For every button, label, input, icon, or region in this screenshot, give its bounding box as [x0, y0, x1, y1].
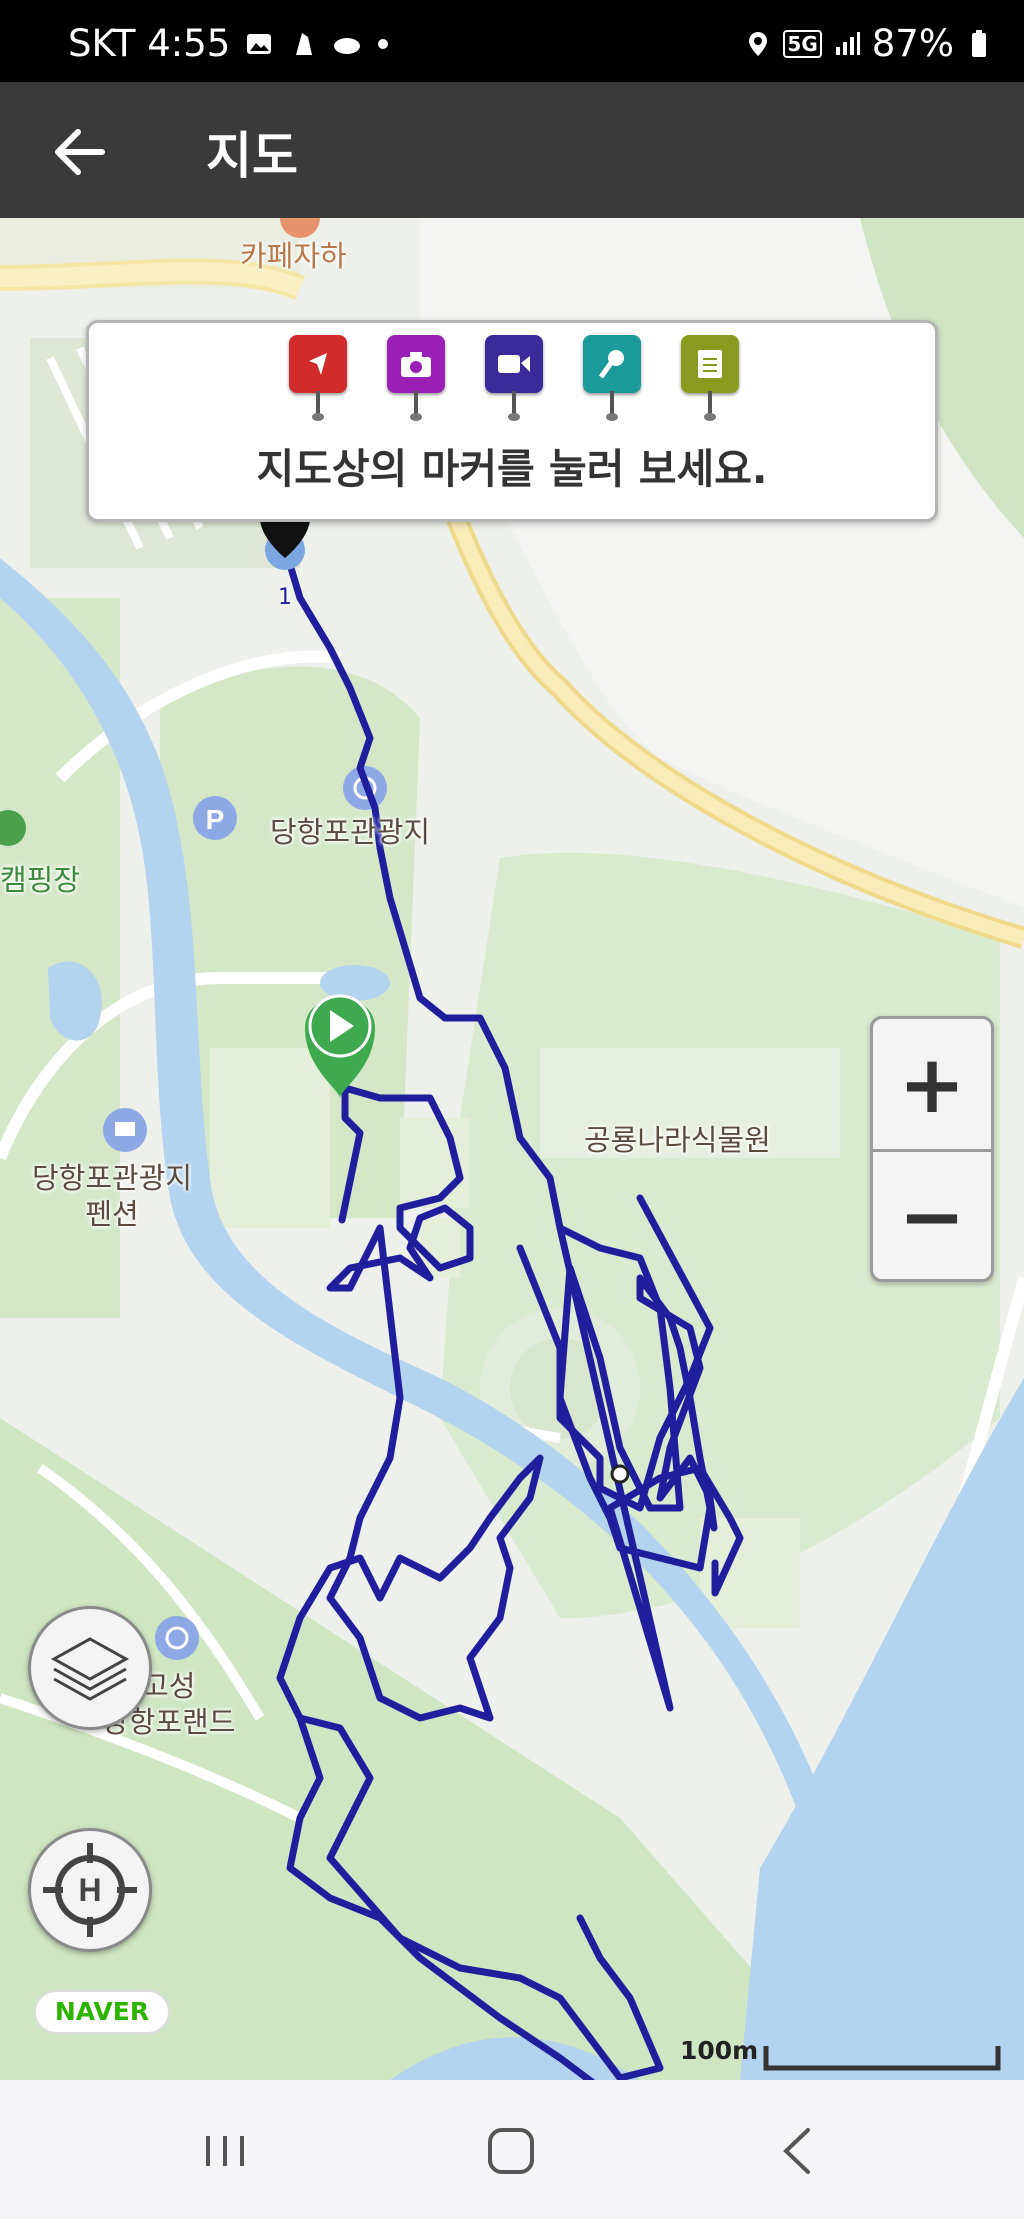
recents-icon[interactable]: [190, 2116, 260, 2186]
status-bar: SKT 4:55 5G 87%: [0, 0, 1024, 82]
status-right: 5G 87%: [743, 22, 994, 65]
start-number: 1: [278, 585, 292, 610]
start-marker-icon[interactable]: [289, 335, 347, 423]
naver-logo: NAVER: [34, 1990, 170, 2034]
back-chevron-icon[interactable]: [764, 2116, 834, 2186]
location-icon: [749, 31, 768, 56]
memo-marker-icon[interactable]: [681, 335, 739, 423]
more-notifications-dot: [378, 38, 389, 49]
scale-line: [763, 2046, 1001, 2071]
page-title: 지도: [206, 127, 298, 185]
zoom-in-button[interactable]: +: [873, 1019, 991, 1149]
carrier-time: SKT 4:55: [68, 22, 231, 65]
map-label-garden[interactable]: 공룡나라식물원: [584, 1122, 771, 1158]
layers-button[interactable]: [28, 1606, 152, 1730]
layers-icon: [50, 1637, 130, 1701]
svg-text:P: P: [206, 804, 225, 835]
legend-instruction: 지도상의 마커를 눌러 보세요.: [256, 445, 768, 493]
app-notification-icon: [296, 32, 313, 55]
network-type: 5G: [783, 29, 822, 58]
map-label-camping[interactable]: 캠핑장: [0, 862, 80, 898]
zoom-out-button[interactable]: −: [873, 1151, 991, 1281]
app-bar: 지도: [0, 82, 1024, 218]
status-left: SKT 4:55: [68, 22, 390, 65]
svg-text:H: H: [78, 1872, 101, 1908]
cloud-notification-icon: [334, 37, 361, 54]
system-nav-bar: [0, 2080, 1024, 2219]
battery-icon: [972, 29, 986, 57]
marker-types: [289, 335, 739, 423]
home-icon[interactable]: [476, 2116, 546, 2186]
map-label-park[interactable]: 당항포관광지: [270, 814, 430, 850]
zoom-controls: + −: [870, 1016, 994, 1282]
location-button[interactable]: H: [28, 1828, 152, 1952]
video-marker-icon[interactable]: [485, 335, 543, 423]
camera-marker-icon[interactable]: [387, 335, 445, 423]
arrow-left-icon[interactable]: [40, 112, 120, 192]
voice-marker-icon[interactable]: [583, 335, 641, 423]
signal-icon: [835, 31, 860, 55]
map-label-cafe[interactable]: 카페자하: [240, 238, 347, 274]
map-view[interactable]: P 카페자하 당항포관광지 캠핑장 당항포관광지 펜션 공룡나라식물원 고성 당…: [0, 218, 1024, 2080]
battery-percent: 87%: [871, 22, 954, 65]
gallery-icon: [247, 33, 272, 54]
crosshair-h-icon: H: [43, 1843, 137, 1937]
map-label-pension[interactable]: 당항포관광지 펜션: [32, 1160, 192, 1232]
marker-legend: 지도상의 마커를 눌러 보세요.: [86, 320, 938, 522]
scale-label: 100m: [680, 2036, 759, 2065]
